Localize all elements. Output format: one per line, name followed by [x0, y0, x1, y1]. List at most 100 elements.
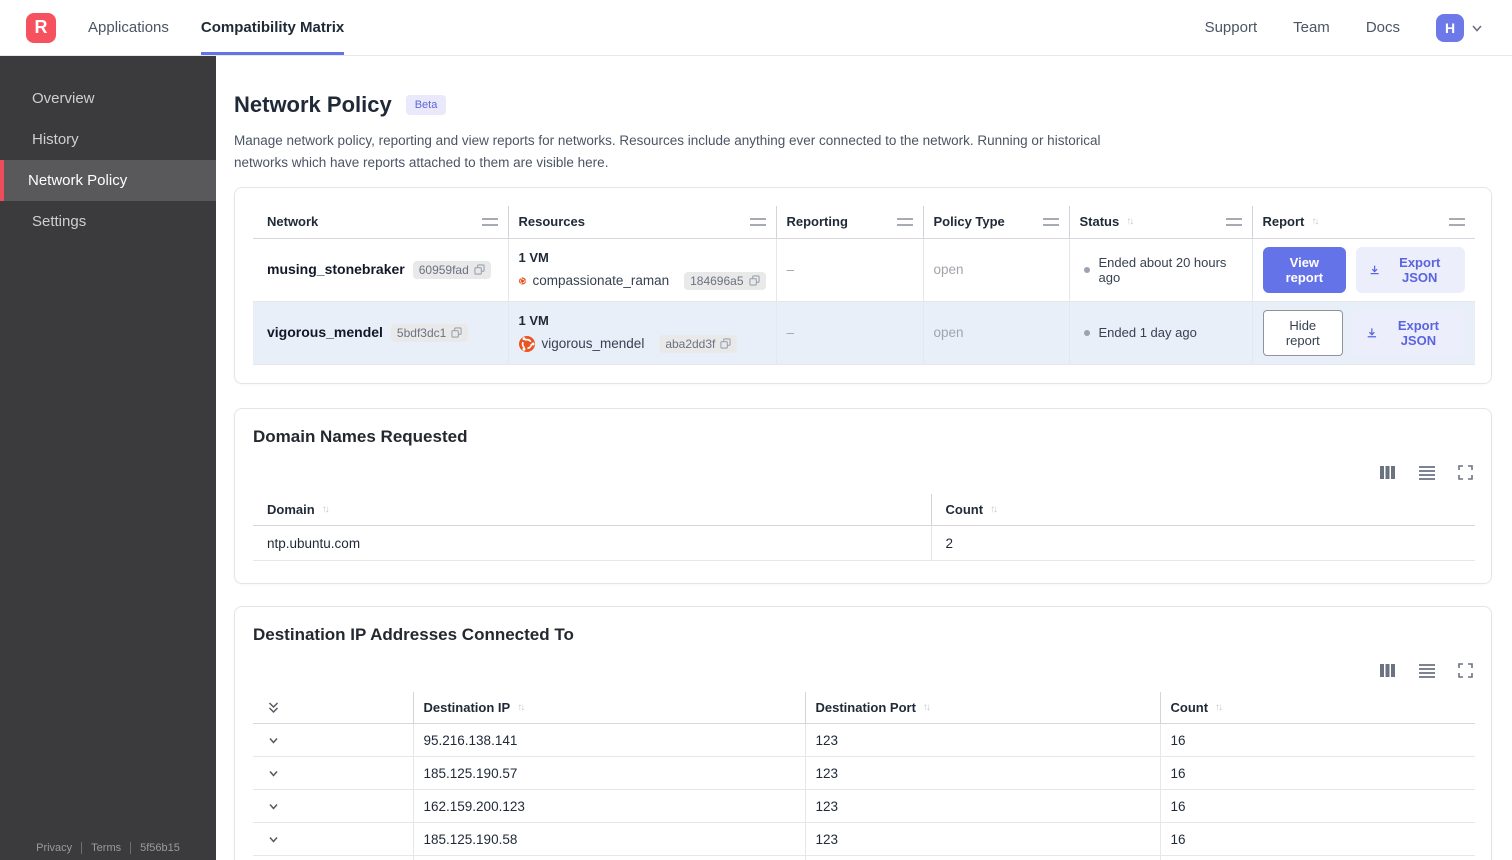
ip-row[interactable]: 185.125.190.57 123 16: [253, 756, 1475, 791]
column-resize-handle[interactable]: [1042, 217, 1059, 226]
ip-cell: 162.159.200.123: [413, 789, 806, 824]
columns-view-icon[interactable]: [1379, 465, 1396, 480]
nav-link-team[interactable]: Team: [1293, 19, 1330, 36]
user-avatar[interactable]: H: [1436, 13, 1464, 42]
chevron-down-icon[interactable]: [267, 833, 403, 846]
page-title: Network Policy: [234, 92, 392, 117]
network-table: Network Resources Reporting Policy Type …: [253, 206, 1475, 365]
ip-cell: 185.125.190.58: [413, 822, 806, 857]
vm-count: 1 VM: [518, 249, 549, 265]
expand-all-icon[interactable]: [267, 701, 403, 715]
column-header-reporting[interactable]: Reporting: [776, 206, 924, 239]
column-header-count[interactable]: Count ↑↓: [1160, 692, 1475, 725]
chevron-down-icon[interactable]: [267, 800, 403, 813]
tab-compatibility-matrix[interactable]: Compatibility Matrix: [200, 0, 345, 55]
column-resize-handle[interactable]: [481, 217, 498, 226]
list-view-icon[interactable]: [1418, 663, 1436, 679]
sort-icon[interactable]: ↑↓: [923, 702, 931, 713]
column-resize-handle[interactable]: [1449, 217, 1465, 226]
view-report-button[interactable]: View report: [1262, 246, 1347, 293]
column-header-resources[interactable]: Resources: [508, 206, 777, 239]
ip-row[interactable]: 95.216.138.141 123 16: [253, 723, 1475, 758]
column-header-destination-ip[interactable]: Destination IP ↑↓: [413, 692, 806, 725]
columns-view-icon[interactable]: [1379, 663, 1396, 678]
network-name: musing_stonebraker: [267, 260, 405, 277]
footer-divider: [130, 842, 132, 854]
column-header-policy-type[interactable]: Policy Type: [923, 206, 1070, 239]
count-cell: 16: [1160, 756, 1475, 791]
domain-row[interactable]: ntp.ubuntu.com 2: [253, 525, 1475, 562]
list-view-icon[interactable]: [1418, 465, 1436, 480]
hide-report-button[interactable]: Hide report: [1262, 309, 1344, 356]
ubuntu-logo-icon: [518, 277, 526, 285]
sidebar-item-overview[interactable]: Overview: [0, 78, 216, 119]
network-row-vigorous-mendel[interactable]: vigorous_mendel 5bdf3dc1 1 VM vigorous_me…: [253, 301, 1475, 365]
copy-icon: [451, 327, 462, 338]
count-cell: 16: [1160, 723, 1475, 758]
sort-icon[interactable]: ↑↓: [517, 702, 525, 713]
sidebar: Overview History Network Policy Settings…: [0, 56, 216, 860]
network-hash-pill[interactable]: 60959fad: [412, 260, 491, 279]
export-json-button[interactable]: Export JSON: [1353, 309, 1465, 356]
column-header-status[interactable]: Status ↑↓: [1069, 206, 1253, 239]
fullscreen-icon[interactable]: [1458, 464, 1473, 480]
copy-icon: [748, 275, 760, 286]
ip-row[interactable]: 162.159.200.123 123 16: [253, 789, 1475, 824]
top-navbar: R Applications Compatibility Matrix Supp…: [0, 0, 1512, 56]
destination-ip-card: Destination IP Addresses Connected To De…: [234, 606, 1492, 860]
policy-type-cell: open: [923, 301, 1070, 365]
page-description: Manage network policy, reporting and vie…: [234, 133, 1101, 170]
column-header-report[interactable]: Report ↑↓: [1252, 206, 1475, 239]
chevron-down-icon[interactable]: [267, 767, 403, 780]
count-cell: 16: [1160, 855, 1475, 860]
sort-icon[interactable]: ↑↓: [990, 504, 998, 515]
column-header-network[interactable]: Network: [253, 206, 509, 239]
ip-cell: 185.125.190.57: [413, 756, 806, 791]
sidebar-item-history[interactable]: History: [0, 119, 216, 160]
fullscreen-icon[interactable]: [1458, 663, 1473, 678]
destination-ip-table: Destination IP ↑↓ Destination Port ↑↓ Coun…: [253, 692, 1475, 860]
ubuntu-logo-icon: [518, 335, 535, 352]
ip-row[interactable]: 185.125.190.58 123 16: [253, 822, 1475, 857]
column-resize-handle[interactable]: [749, 217, 766, 226]
ip-row[interactable]: 95.216.100.21 123 16: [253, 855, 1475, 860]
network-hash-pill[interactable]: 5bdf3dc1: [390, 323, 469, 342]
column-resize-handle[interactable]: [896, 217, 913, 226]
ip-cell: 95.216.138.141: [413, 723, 806, 758]
chevron-down-icon[interactable]: [267, 734, 403, 747]
caret-down-icon[interactable]: [1470, 21, 1484, 35]
resource-hash-pill[interactable]: aba2dd3f: [659, 334, 738, 353]
sort-icon[interactable]: ↑↓: [1311, 216, 1319, 227]
sort-icon[interactable]: ↑↓: [322, 504, 330, 515]
nav-link-support[interactable]: Support: [1205, 19, 1258, 36]
reporting-cell: –: [776, 301, 924, 365]
export-json-button[interactable]: Export JSON: [1356, 246, 1465, 293]
domain-table: Domain ↑↓ Count ↑↓ ntp.ubuntu.com 2: [253, 493, 1475, 562]
main-content: Network Policy Beta Manage network polic…: [216, 56, 1512, 860]
sort-icon[interactable]: ↑↓: [1215, 702, 1223, 713]
port-cell: 123: [805, 855, 1161, 860]
column-resize-handle[interactable]: [1225, 217, 1242, 226]
nav-link-docs[interactable]: Docs: [1366, 19, 1400, 36]
status-text: Ended about 20 hours ago: [1098, 254, 1227, 285]
tab-applications[interactable]: Applications: [88, 0, 169, 55]
resource-name: compassionate_raman: [532, 273, 670, 289]
build-hash: 5f56b15: [140, 842, 180, 854]
privacy-link[interactable]: Privacy: [36, 842, 72, 854]
sidebar-footer: Privacy Terms 5f56b15: [0, 842, 216, 854]
table-header-row: Domain ↑↓ Count ↑↓: [253, 493, 1475, 527]
resource-hash-pill[interactable]: 184696a5: [684, 271, 766, 290]
app-logo[interactable]: R: [26, 12, 56, 43]
network-row-musing-stonebraker[interactable]: musing_stonebraker 60959fad 1 VM compassi…: [253, 238, 1475, 302]
sort-icon[interactable]: ↑↓: [1126, 216, 1134, 227]
copy-icon: [720, 338, 732, 349]
terms-link[interactable]: Terms: [91, 842, 121, 854]
policy-type-cell: open: [923, 238, 1070, 302]
copy-icon: [474, 264, 485, 275]
column-header-count[interactable]: Count ↑↓: [931, 493, 1475, 527]
sidebar-item-settings[interactable]: Settings: [0, 201, 216, 242]
column-header-expander[interactable]: [253, 692, 414, 725]
column-header-domain[interactable]: Domain ↑↓: [253, 493, 932, 527]
column-header-destination-port[interactable]: Destination Port ↑↓: [805, 692, 1161, 725]
sidebar-item-network-policy[interactable]: Network Policy: [0, 160, 216, 201]
